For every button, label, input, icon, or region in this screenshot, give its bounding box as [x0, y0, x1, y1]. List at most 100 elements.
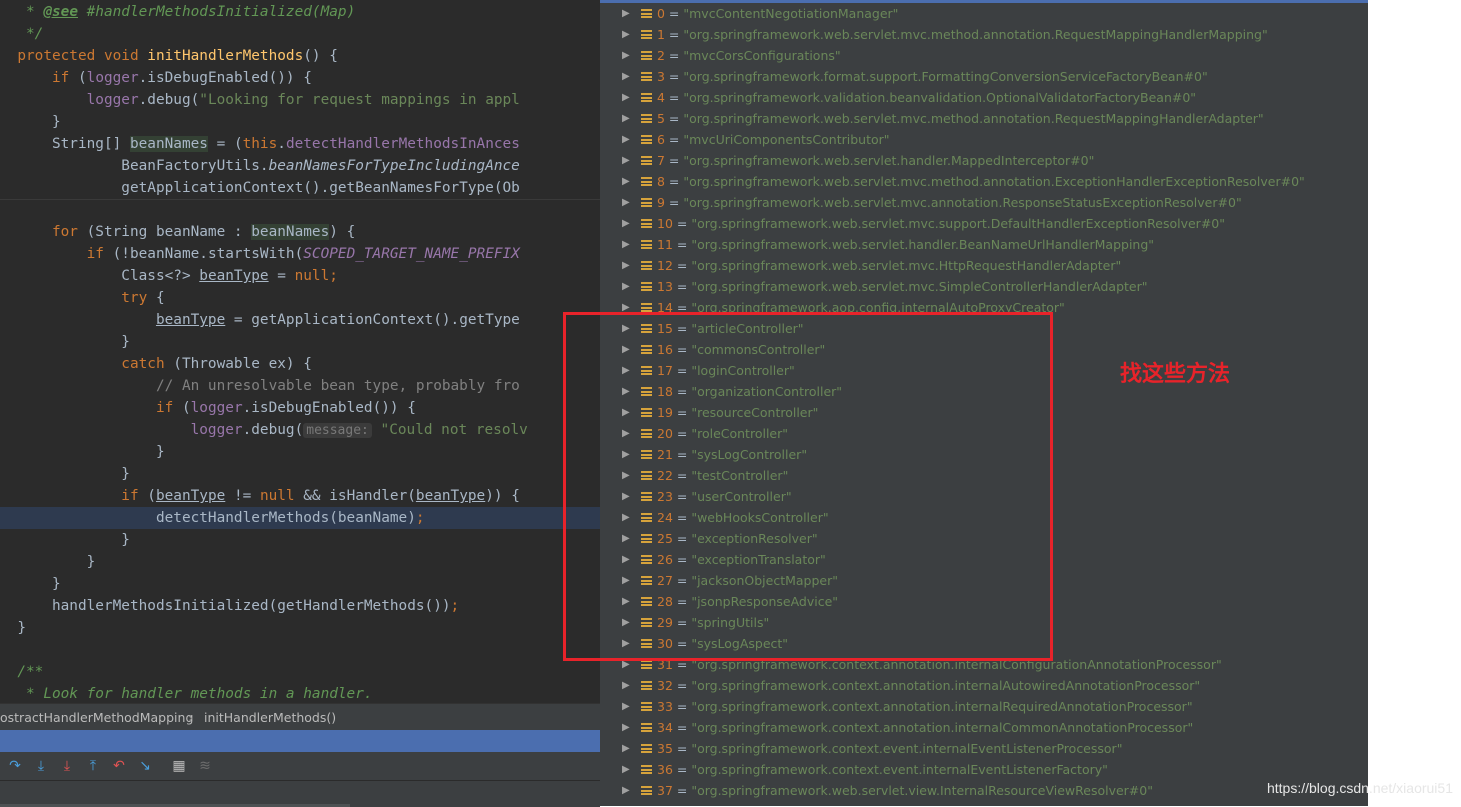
variable-row[interactable]: ▶ 34 = "org.springframework.context.annot… [600, 717, 1368, 738]
variable-row[interactable]: ▶ 6 = "mvcUriComponentsContributor" [600, 129, 1368, 150]
code-line[interactable]: logger.debug("Looking for request mappin… [0, 89, 600, 111]
variable-row[interactable]: ▶ 35 = "org.springframework.context.event… [600, 738, 1368, 759]
code-token: null [259, 488, 304, 504]
code-line[interactable]: } [0, 529, 600, 551]
debug-tab-strip [0, 780, 600, 807]
code-line[interactable]: if (logger.isDebugEnabled()) { [0, 67, 600, 89]
code-token: getApplicationContext().getBeanNamesForT… [0, 180, 520, 196]
code-line[interactable]: } [0, 463, 600, 485]
trace-stream-icon[interactable]: ≋ [196, 757, 214, 775]
variable-row[interactable]: ▶ 11 = "org.springframework.web.servlet.h… [600, 234, 1368, 255]
step-out-icon[interactable]: ⤒ [84, 757, 102, 775]
variable-row[interactable]: ▶ 32 = "org.springframework.context.annot… [600, 675, 1368, 696]
code-token: . [277, 136, 286, 152]
code-line[interactable]: protected void initHandlerMethods() { [0, 45, 600, 67]
code-line[interactable]: beanType = getApplicationContext().getTy… [0, 309, 600, 331]
code-line[interactable]: String[] beanNames = (this.detectHandler… [0, 133, 600, 155]
code-editor[interactable]: * @see #handlerMethodsInitialized(Map) *… [0, 0, 600, 703]
code-line[interactable]: // An unresolvable bean type, probably f… [0, 375, 600, 397]
equals-sign: = [664, 69, 684, 84]
expand-arrow-icon[interactable]: ▶ [622, 696, 632, 717]
code-line[interactable] [0, 199, 600, 222]
code-line[interactable]: handlerMethodsInitialized(getHandlerMeth… [0, 595, 600, 617]
code-line[interactable]: /** [0, 661, 600, 683]
list-entry-icon [641, 30, 652, 39]
expand-arrow-icon[interactable]: ▶ [622, 213, 632, 234]
code-line[interactable]: } [0, 551, 600, 573]
variable-row[interactable]: ▶ 0 = "mvcContentNegotiationManager" [600, 3, 1368, 24]
expand-arrow-icon[interactable]: ▶ [622, 192, 632, 213]
code-line[interactable]: getApplicationContext().getBeanNamesForT… [0, 177, 600, 199]
variable-row[interactable]: ▶ 2 = "mvcCorsConfigurations" [600, 45, 1368, 66]
variable-row[interactable]: ▶ 33 = "org.springframework.context.annot… [600, 696, 1368, 717]
variable-index: 36 [657, 762, 673, 777]
variable-row[interactable]: ▶ 4 = "org.springframework.validation.bea… [600, 87, 1368, 108]
code-line[interactable]: if (!beanName.startsWith(SCOPED_TARGET_N… [0, 243, 600, 265]
code-line[interactable]: } [0, 617, 600, 639]
expand-arrow-icon[interactable]: ▶ [622, 255, 632, 276]
variable-row[interactable]: ▶ 10 = "org.springframework.web.servlet.m… [600, 213, 1368, 234]
expand-arrow-icon[interactable]: ▶ [622, 129, 632, 150]
expand-arrow-icon[interactable]: ▶ [622, 87, 632, 108]
drop-frame-icon[interactable]: ↶ [110, 757, 128, 775]
variable-row[interactable]: ▶ 3 = "org.springframework.format.support… [600, 66, 1368, 87]
expand-arrow-icon[interactable]: ▶ [622, 24, 632, 45]
variable-row[interactable]: ▶ 12 = "org.springframework.web.servlet.m… [600, 255, 1368, 276]
variable-row[interactable]: ▶ 5 = "org.springframework.web.servlet.mv… [600, 108, 1368, 129]
expand-arrow-icon[interactable]: ▶ [622, 3, 632, 24]
expand-arrow-icon[interactable]: ▶ [622, 717, 632, 738]
code-token: beanType [199, 268, 269, 284]
expand-arrow-icon[interactable]: ▶ [622, 276, 632, 297]
code-line[interactable]: } [0, 331, 600, 353]
variable-row[interactable]: ▶ 8 = "org.springframework.web.servlet.mv… [600, 171, 1368, 192]
code-line[interactable]: BeanFactoryUtils.beanNamesForTypeIncludi… [0, 155, 600, 177]
code-line[interactable]: * @see #handlerMethodsInitialized(Map) [0, 1, 600, 23]
variable-row[interactable]: ▶ 37 = "org.springframework.web.servlet.v… [600, 780, 1368, 801]
code-line[interactable]: catch (Throwable ex) { [0, 353, 600, 375]
expand-arrow-icon[interactable]: ▶ [622, 45, 632, 66]
code-line[interactable]: if (logger.isDebugEnabled()) { [0, 397, 600, 419]
variable-value: "org.springframework.web.servlet.handler… [683, 153, 1095, 168]
expand-arrow-icon[interactable]: ▶ [622, 150, 632, 171]
expand-arrow-icon[interactable]: ▶ [622, 780, 632, 801]
code-line[interactable]: detectHandlerMethods(beanName); [0, 507, 600, 529]
expand-arrow-icon[interactable]: ▶ [622, 234, 632, 255]
step-over-icon[interactable]: ↷ [6, 757, 24, 775]
variable-row[interactable]: ▶ 7 = "org.springframework.web.servlet.ha… [600, 150, 1368, 171]
evaluate-expression-icon[interactable]: ▦ [170, 757, 188, 775]
variable-index: 35 [657, 741, 673, 756]
step-into-icon[interactable]: ⤓ [32, 757, 50, 775]
code-line[interactable]: * Look for handler methods in a handler. [0, 683, 600, 703]
code-line[interactable]: } [0, 441, 600, 463]
code-line[interactable]: */ [0, 23, 600, 45]
variable-value: "mvcUriComponentsContributor" [683, 132, 890, 147]
code-line[interactable] [0, 639, 600, 661]
code-line[interactable]: } [0, 573, 600, 595]
force-step-into-icon[interactable]: ⤓ [58, 757, 76, 775]
code-line[interactable]: logger.debug(message: "Could not resolv [0, 419, 600, 441]
expand-arrow-icon[interactable]: ▶ [622, 108, 632, 129]
code-line[interactable]: } [0, 111, 600, 133]
expand-arrow-icon[interactable]: ▶ [622, 738, 632, 759]
variable-row[interactable]: ▶ 13 = "org.springframework.web.servlet.m… [600, 276, 1368, 297]
variable-value: "org.springframework.context.event.inter… [691, 762, 1108, 777]
code-line[interactable]: for (String beanName : beanNames) { [0, 221, 600, 243]
expand-arrow-icon[interactable]: ▶ [622, 675, 632, 696]
equals-sign: = [664, 195, 684, 210]
variable-row[interactable]: ▶ 36 = "org.springframework.context.event… [600, 759, 1368, 780]
breadcrumb-method[interactable]: initHandlerMethods() [204, 704, 336, 731]
variable-row[interactable]: ▶ 1 = "org.springframework.web.servlet.mv… [600, 24, 1368, 45]
code-line[interactable]: try { [0, 287, 600, 309]
expand-arrow-icon[interactable]: ▶ [622, 759, 632, 780]
equals-sign: = [672, 699, 692, 714]
expand-arrow-icon[interactable]: ▶ [622, 66, 632, 87]
expand-arrow-icon[interactable]: ▶ [622, 171, 632, 192]
code-line[interactable]: Class<?> beanType = null; [0, 265, 600, 287]
run-to-cursor-icon[interactable]: ↘ [136, 757, 154, 775]
breadcrumb-class[interactable]: ostractHandlerMethodMapping [0, 704, 193, 731]
code-token: message: [303, 423, 372, 438]
variable-value: "org.springframework.web.servlet.view.In… [691, 783, 1153, 798]
code-line[interactable]: if (beanType != null && isHandler(beanTy… [0, 485, 600, 507]
variable-value: "org.springframework.context.annotation.… [691, 699, 1193, 714]
variable-row[interactable]: ▶ 9 = "org.springframework.web.servlet.mv… [600, 192, 1368, 213]
